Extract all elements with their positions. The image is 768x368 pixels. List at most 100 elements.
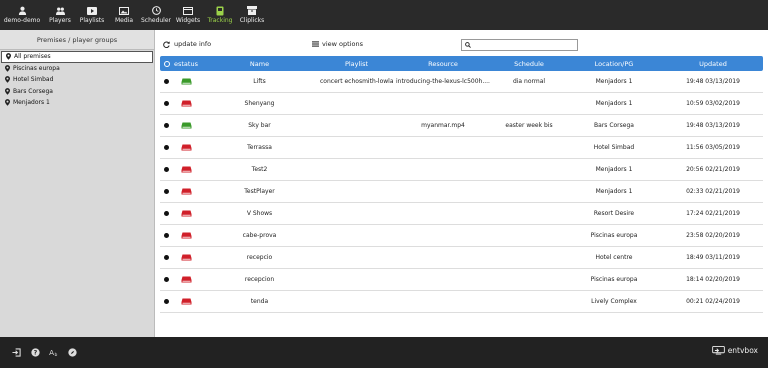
table-row[interactable]: V Shows Resort Desire 17:24 02/21/2019 (160, 203, 763, 225)
row-dot (164, 277, 169, 282)
col-name[interactable]: Name (199, 60, 320, 68)
table-row[interactable]: tenda Lively Complex 00:21 02/24/2019 (160, 291, 763, 313)
premise-bars-corsega[interactable]: Bars Corsega (0, 86, 154, 98)
cell-name: V Shows (246, 210, 273, 217)
cell-name: Terrassa (247, 144, 272, 151)
cell-location: Bars Corsega (594, 122, 634, 129)
row-dot (164, 145, 169, 150)
view-options-button[interactable]: view options (312, 40, 363, 48)
col-resource[interactable]: Resource (393, 60, 493, 68)
col-schedule[interactable]: Schedule (493, 60, 565, 68)
nav-players-label: Players (49, 17, 71, 24)
col-location[interactable]: Location/PG (565, 60, 663, 68)
table-row[interactable]: Test2 Menjadors 1 20:56 02/21/2019 (160, 159, 763, 181)
cell-name: Sky bar (248, 122, 271, 129)
cell-updated: 18:49 03/11/2019 (686, 254, 740, 261)
widgets-icon (183, 6, 193, 15)
premise-piscinas-europa[interactable]: Piscinas europa (0, 63, 154, 75)
update-info-label: update info (174, 40, 212, 48)
cell-location: Lively Complex (591, 298, 637, 305)
cell-name: Test2 (251, 166, 268, 173)
premises-panel: Premises / player groups All premises Pi… (0, 30, 155, 337)
row-select[interactable] (160, 145, 173, 150)
col-updated[interactable]: Updated (663, 60, 763, 68)
nav-playlists[interactable]: Playlists (76, 0, 108, 30)
cell-schedule: dia normal (512, 78, 546, 85)
compass-icon[interactable] (68, 348, 77, 357)
row-dot (164, 123, 169, 128)
row-dot (164, 189, 169, 194)
row-select[interactable] (160, 79, 173, 84)
row-select[interactable] (160, 123, 173, 128)
premise-menjadors-1[interactable]: Menjadors 1 (0, 97, 154, 109)
cell-name: recepcio (246, 254, 273, 261)
nav-media[interactable]: Media (108, 0, 140, 30)
cell-updated: 18:14 02/20/2019 (686, 276, 740, 283)
premise-label: Menjadors 1 (13, 99, 50, 107)
row-dot (164, 233, 169, 238)
table-row[interactable]: Sky bar myanmar.mp4 easter week bis Bars Co… (160, 115, 763, 137)
row-select[interactable] (160, 255, 173, 260)
col-playlist[interactable]: Playlist (320, 60, 393, 68)
cell-location: Piscinas europa (590, 276, 638, 283)
tracking-icon (215, 6, 225, 15)
search-box[interactable] (461, 39, 578, 51)
cell-updated: 00:21 02/24/2019 (686, 298, 740, 305)
row-select[interactable] (160, 101, 173, 106)
table-row[interactable]: Terrassa Hotel Simbad 11:56 03/05/2019 (160, 137, 763, 159)
cell-resource: introducing-the-lexus-lc500h.... (396, 78, 490, 85)
cell-name: recepcion (244, 276, 275, 283)
row-select[interactable] (160, 277, 173, 282)
table-row[interactable]: cabe-prova Piscinas europa 23:58 02/20/201… (160, 225, 763, 247)
table-row[interactable]: Lifts concert echosmith-lowlandintroducin… (160, 71, 763, 93)
row-select[interactable] (160, 189, 173, 194)
nav-playlists-label: Playlists (79, 17, 105, 24)
table-row[interactable]: recepcio Hotel centre 18:49 03/11/2019 (160, 247, 763, 269)
brand-name: entvbox (727, 346, 758, 355)
status-player-icon (173, 276, 199, 283)
row-select[interactable] (160, 167, 173, 172)
nav-widgets[interactable]: Widgets (172, 0, 204, 30)
row-dot (164, 299, 169, 304)
cell-location: Resort Desire (593, 210, 635, 217)
nav-user[interactable]: demo-demo (0, 0, 44, 30)
premise-label: Piscinas europa (13, 64, 60, 72)
table-row[interactable]: TestPlayer Menjadors 1 02:33 02/21/2019 (160, 181, 763, 203)
premise-hotel-simbad[interactable]: Hotel Simbad (0, 74, 154, 86)
nav-tracking-label: Tracking (207, 17, 233, 24)
status-player-icon (173, 254, 199, 261)
table-row[interactable]: Shenyang Menjadors 1 10:59 03/02/2019 (160, 93, 763, 115)
row-dot (164, 167, 169, 172)
row-dot (164, 79, 169, 84)
nav-cliplicks[interactable]: Cliplicks (236, 0, 268, 30)
cell-updated: 20:56 02/21/2019 (686, 166, 740, 173)
logout-icon[interactable] (12, 348, 21, 357)
col-estatus[interactable]: estatus (173, 60, 199, 68)
table-row[interactable]: recepcion Piscinas europa 18:14 02/20/2019 (160, 269, 763, 291)
premise-all[interactable]: All premises (1, 51, 153, 63)
status-player-icon (173, 78, 199, 85)
premise-label: Bars Corsega (13, 87, 53, 95)
cell-updated: 11:56 03/05/2019 (686, 144, 740, 151)
location-pin-icon (6, 53, 11, 61)
status-player-icon (173, 232, 199, 239)
nav-tracking[interactable]: Tracking (204, 0, 236, 30)
location-pin-icon (5, 64, 10, 72)
nav-players[interactable]: Players (44, 0, 76, 30)
nav-scheduler[interactable]: Scheduler (140, 0, 172, 30)
row-select[interactable] (160, 233, 173, 238)
cell-location: Menjadors 1 (595, 78, 633, 85)
clock-icon (151, 6, 161, 15)
row-select[interactable] (160, 299, 173, 304)
search-icon (465, 42, 471, 48)
row-select[interactable] (160, 211, 173, 216)
premises-header: Premises / player groups (0, 30, 154, 50)
player-table-body: Lifts concert echosmith-lowlandintroducin… (160, 71, 763, 313)
language-icon[interactable]: Ab (49, 348, 60, 357)
toolbar: update info view options (155, 38, 768, 52)
select-all-checkbox[interactable] (160, 60, 173, 67)
help-icon[interactable]: ? (31, 348, 40, 357)
update-info-button[interactable]: update info (163, 40, 211, 48)
cell-updated: 17:24 02/21/2019 (686, 210, 740, 217)
location-pin-icon (5, 87, 10, 95)
